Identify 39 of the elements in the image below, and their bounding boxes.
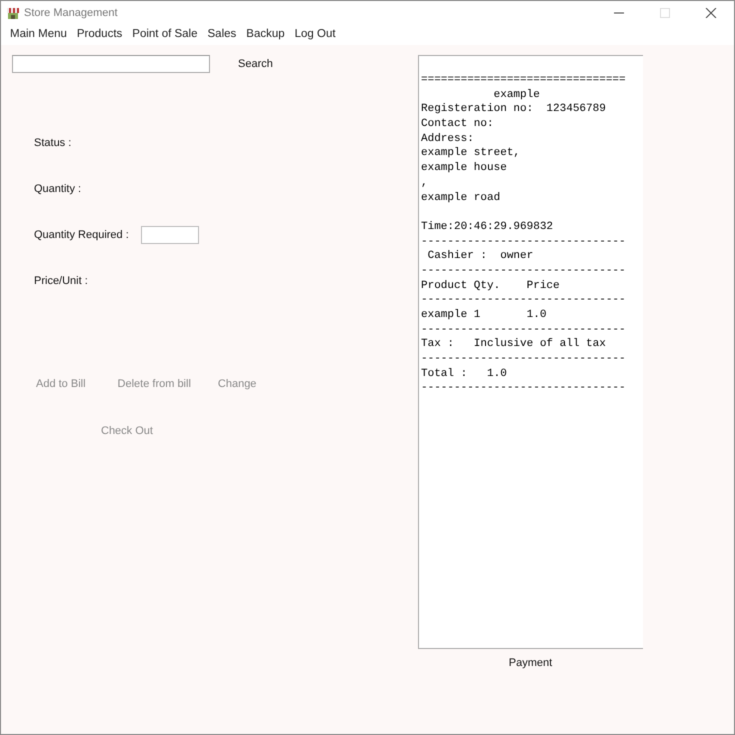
close-icon bbox=[705, 8, 717, 18]
receipt-line: Address: bbox=[421, 132, 474, 145]
quantity-field[interactable] bbox=[140, 226, 199, 244]
menu-item[interactable]: Sales bbox=[204, 26, 242, 44]
receipt-line: example bbox=[492, 88, 540, 101]
payment-button[interactable]: Payment bbox=[508, 655, 552, 672]
receipt-line: example road bbox=[421, 192, 500, 204]
menu-item[interactable]: Point of Sale bbox=[128, 26, 204, 44]
field-label: Quantity : bbox=[34, 182, 82, 197]
store-awning-icon bbox=[6, 6, 20, 20]
menu-item[interactable]: Main Menu bbox=[6, 26, 73, 44]
receipt-line: Registeration no: 123456789 bbox=[421, 103, 606, 116]
maximize-icon bbox=[659, 8, 671, 18]
receipt-line: Time:20:46:29.969832 bbox=[421, 220, 554, 233]
receipt-line: Product Qty. Price bbox=[421, 280, 560, 292]
receipt-line: ------------------------------- bbox=[421, 353, 626, 366]
receipt-line: , bbox=[421, 176, 428, 189]
receipt-line: Cashier : owner bbox=[426, 250, 534, 262]
field-label: Quantity Required : bbox=[34, 228, 129, 243]
receipt-line: =============================== bbox=[421, 74, 626, 86]
receipt-line: example house bbox=[421, 162, 507, 174]
receipt-line: example street, bbox=[421, 147, 520, 160]
window-title: Store Management bbox=[24, 6, 118, 21]
receipt-line: ------------------------------- bbox=[421, 236, 626, 248]
menu-item[interactable]: Backup bbox=[242, 26, 291, 44]
receipt-line: ------------------------------- bbox=[421, 264, 626, 277]
search-button[interactable]: Search bbox=[238, 56, 273, 72]
menu-item[interactable]: Products bbox=[72, 26, 128, 44]
field-label: Status : bbox=[34, 136, 72, 151]
receipt-line: example 1 1.0 bbox=[421, 309, 546, 321]
search-field[interactable] bbox=[12, 55, 210, 73]
receipt-line: ------------------------------- bbox=[421, 294, 626, 306]
receipt-line: Tax : Inclusive of all tax bbox=[421, 338, 606, 350]
receipt-line: Total : 1.0 bbox=[421, 368, 507, 380]
receipt-line: ------------------------------- bbox=[421, 382, 626, 394]
menu-item[interactable]: Log Out bbox=[290, 26, 342, 44]
receipt-line: Contact no: bbox=[421, 118, 494, 130]
receipt-line: ------------------------------- bbox=[421, 324, 626, 336]
field-label: Price/Unit : bbox=[34, 274, 88, 289]
